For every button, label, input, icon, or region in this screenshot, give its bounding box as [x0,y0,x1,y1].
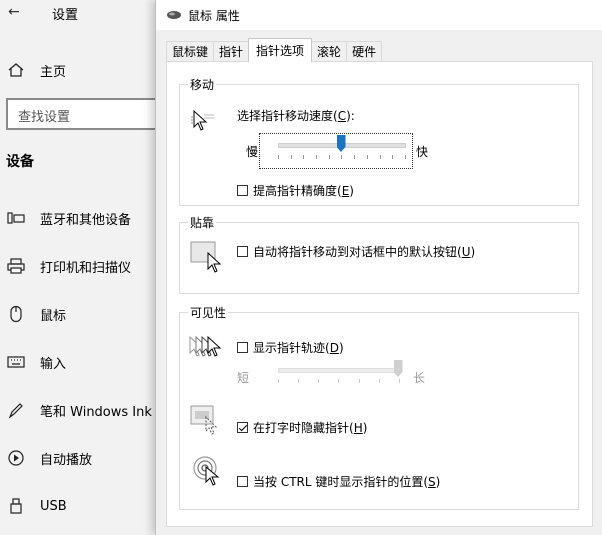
motion-pointer-icon [191,109,214,131]
show-location-ctrl-checkbox[interactable] [237,476,248,487]
snap-default-button-icon [190,241,222,273]
precision-label: 提高指针精确度(E) [253,184,354,198]
show-location-icon [193,456,220,486]
tab-wheel[interactable]: 滚轮 [311,41,348,62]
trails-checkbox-row[interactable]: 显示指针轨迹(D) [237,339,344,356]
speed-slider-ticks [278,155,406,159]
speed-slider-focus [259,133,413,169]
tab-buttons[interactable]: 鼠标键 [166,41,215,62]
dialog-titlebar[interactable]: 鼠标 属性 [156,0,602,30]
nav-item-autoplay[interactable]: 自动播放 [6,448,92,468]
speed-fast-label: 快 [416,145,429,159]
nav-label: 打印机和扫描仪 [40,260,132,276]
precision-checkbox[interactable] [237,185,248,196]
speed-slow-label: 慢 [246,145,259,159]
tab-pointer-options[interactable]: 指针选项 [248,38,313,62]
nav-item-pen[interactable]: 笔和 Windows Ink [6,400,152,420]
trails-long-label: 长 [413,371,426,385]
precision-checkbox-row[interactable]: 提高指针精确度(E) [237,182,354,199]
trails-slider-ticks [278,379,400,383]
keyboard-icon [6,352,26,372]
trails-checkbox[interactable] [237,342,248,353]
tab-hardware[interactable]: 硬件 [346,41,383,62]
motion-group-label: 移动 [188,76,217,93]
nav-label: 笔和 Windows Ink [40,404,152,420]
mouse-app-icon [167,11,181,19]
hide-while-typing-checkbox[interactable] [237,422,248,433]
visibility-group: 可见性 显示指针轨迹(D) 短 长 在打字时隐藏指针(H) 当按 CTRL 键时… [179,304,579,510]
nav-item-mouse[interactable]: 鼠标 [6,304,66,324]
nav-item-usb[interactable]: USB [6,496,67,516]
settings-title: 设置 [52,8,79,23]
tab-strip: 鼠标键 指针 指针选项 滚轮 硬件 [166,38,383,62]
nav-label: 输入 [40,356,67,372]
tab-pointers[interactable]: 指针 [213,41,250,62]
search-placeholder: 查找设置 [18,110,71,125]
search-input[interactable]: 查找设置 [6,98,166,130]
snap-checkbox-row[interactable]: 自动将指针移动到对话框中的默认按钮(U) [237,243,475,260]
ctrl-label: 当按 CTRL 键时显示指针的位置(S) [253,475,441,489]
trails-label: 显示指针轨迹(D) [253,341,344,355]
pointer-trails-icon [189,335,222,357]
settings-window: ← 设置 主页 查找设置 设备 蓝牙和其他设备 打印机和扫描仪 鼠标 输入 笔和… [0,0,166,535]
mouse-properties-dialog: 鼠标 属性 鼠标键 指针 指针选项 滚轮 硬件 移动 选择指针移动速度(C): … [155,0,602,535]
nav-label: USB [40,498,67,514]
trails-slider-track[interactable] [278,368,400,373]
snap-group-label: 贴靠 [188,214,217,231]
snap-checkbox[interactable] [237,246,248,257]
mouse-icon [6,304,26,324]
pen-icon [6,400,26,420]
nav-home-label: 主页 [40,64,67,80]
bluetooth-devices-icon [6,208,26,228]
speed-label: 选择指针移动速度(C): [237,109,355,123]
ctrl-checkbox-row[interactable]: 当按 CTRL 键时显示指针的位置(S) [237,473,440,490]
section-title: 设备 [6,154,34,170]
trails-short-label: 短 [237,371,250,385]
nav-item-input[interactable]: 输入 [6,352,66,372]
hide-label: 在打字时隐藏指针(H) [253,421,368,435]
back-button[interactable]: ← [8,4,20,20]
autoplay-icon [6,448,26,468]
trails-slider-thumb[interactable] [393,360,403,377]
nav-label: 鼠标 [40,308,67,324]
nav-item-bluetooth[interactable]: 蓝牙和其他设备 [6,208,131,228]
hide-checkbox-row[interactable]: 在打字时隐藏指针(H) [237,419,367,436]
motion-group: 移动 选择指针移动速度(C): 慢 快 提高指针精确度(E) [179,76,579,206]
hide-pointer-icon [190,405,218,435]
printer-icon [6,256,26,276]
home-icon [6,60,26,80]
nav-label: 蓝牙和其他设备 [40,212,132,228]
dialog-title: 鼠标 属性 [188,8,240,23]
visibility-group-label: 可见性 [188,304,229,321]
pointer-options-panel: 移动 选择指针移动速度(C): 慢 快 提高指针精确度(E) 贴靠 自动将指针移… [166,61,593,527]
snap-label: 自动将指针移动到对话框中的默认按钮(U) [253,245,476,259]
nav-item-printers[interactable]: 打印机和扫描仪 [6,256,131,276]
nav-home[interactable]: 主页 [6,60,66,80]
usb-icon [6,496,26,516]
snap-group: 贴靠 自动将指针移动到对话框中的默认按钮(U) [179,214,579,294]
nav-label: 自动播放 [40,452,93,468]
